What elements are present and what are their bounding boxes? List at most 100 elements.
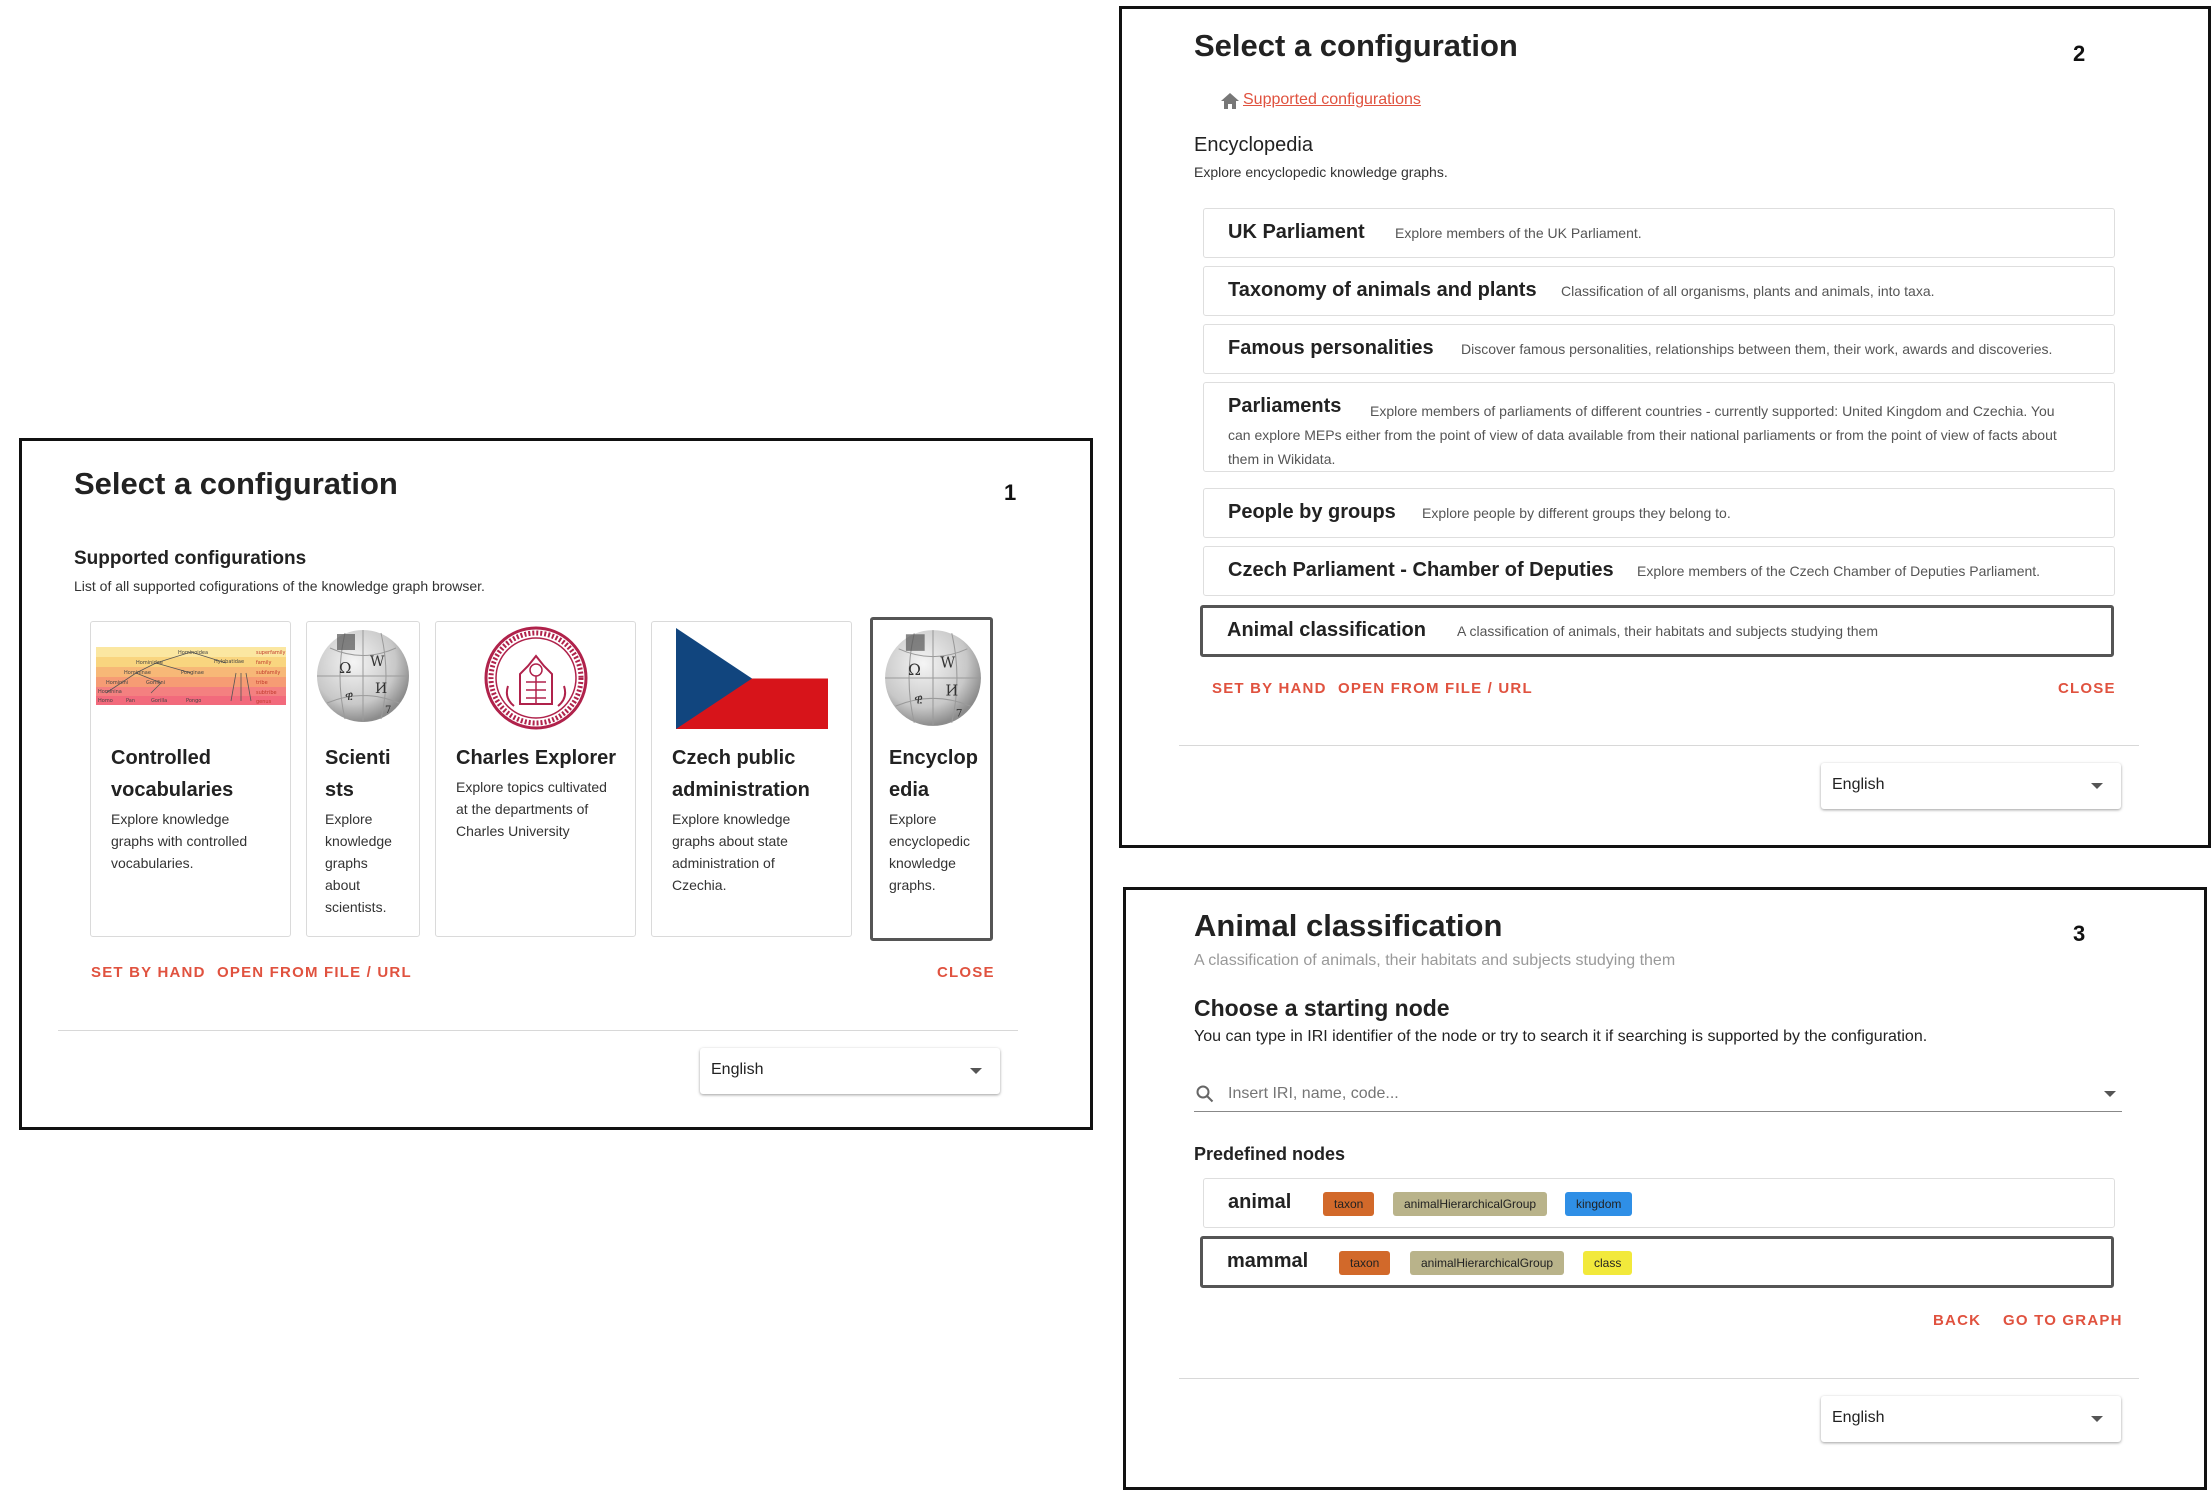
set-by-hand-button[interactable]: SET BY HAND <box>1212 680 1327 697</box>
hierarchy-diagram-image: HominoideaHylobatidae HominidaePonginae … <box>96 647 286 705</box>
charles-university-seal-image <box>484 626 588 730</box>
predefined-nodes-title: Predefined nodes <box>1194 1144 1346 1164</box>
card-description: Explore knowledge graphs with controlled v… <box>111 811 248 871</box>
svg-text:Homininae: Homininae <box>124 670 151 676</box>
card-title: Charles Explorer <box>456 747 617 769</box>
config-item-czech-parliament[interactable]: Czech Parliament - Chamber of Deputies E… <box>1203 546 2115 596</box>
card-description: Explore knowledge graphs about scientists. <box>325 811 392 915</box>
panel-2-divider <box>1179 745 2139 746</box>
config-item-famous-personalities[interactable]: Famous personalities Discover famous per… <box>1203 324 2115 374</box>
panel-1-title: Select a configuration <box>74 466 398 501</box>
svg-text:7: 7 <box>956 708 963 720</box>
back-button[interactable]: BACK <box>1933 1312 1981 1329</box>
breadcrumb-link-supported-configurations[interactable]: Supported configurations <box>1243 91 1421 109</box>
panel-3-section-desc: You can type in IRI identifier of the no… <box>1194 1028 1928 1045</box>
item-description: Explore members of the Czech Chamber of … <box>1637 563 2041 579</box>
svg-text:Pongo: Pongo <box>186 698 201 704</box>
wikipedia-globe-icon: Ω W И ዊ 7 <box>317 630 409 722</box>
svg-text:W: W <box>940 655 955 672</box>
config-item-uk-parliament[interactable]: UK Parliament Explore members of the UK … <box>1203 208 2115 258</box>
config-item-taxonomy[interactable]: Taxonomy of animals and plants Classific… <box>1203 266 2115 316</box>
svg-text:family: family <box>256 660 271 666</box>
svg-text:Ponginae: Ponginae <box>181 670 204 676</box>
panel-1-section-title: Supported configurations <box>74 548 307 569</box>
card-title: Czech public administration <box>672 747 810 801</box>
node-name: mammal <box>1227 1250 1309 1272</box>
svg-text:subfamily: subfamily <box>256 670 280 676</box>
search-input[interactable] <box>1226 1081 2090 1107</box>
item-title: Famous personalities <box>1228 337 1434 359</box>
svg-text:Hominini: Hominini <box>106 680 128 686</box>
close-button[interactable]: CLOSE <box>937 964 995 981</box>
svg-text:Hominidae: Hominidae <box>136 660 163 666</box>
svg-text:Pan: Pan <box>126 698 135 704</box>
panel-2-number: 2 <box>2073 41 2086 66</box>
chevron-down-icon <box>2091 1416 2103 1422</box>
svg-text:Gorilla: Gorilla <box>151 698 167 704</box>
item-description: Explore members of parliaments of differ… <box>1228 403 2057 467</box>
svg-text:superfamily: superfamily <box>256 650 286 656</box>
svg-text:Hylobatidae: Hylobatidae <box>214 659 244 665</box>
go-to-graph-button[interactable]: GO TO GRAPH <box>2003 1312 2123 1329</box>
language-select[interactable]: English <box>1821 1396 2121 1442</box>
node-row-mammal[interactable]: mammal taxon animalHierarchicalGroup cla… <box>1200 1236 2114 1288</box>
node-row-animal[interactable]: animal taxon animalHierarchicalGroup kin… <box>1203 1178 2115 1228</box>
item-description: Explore members of the UK Parliament. <box>1395 225 1642 241</box>
config-card-charles-explorer[interactable]: Charles Explorer Explore topics cultivat… <box>435 621 636 937</box>
config-card-controlled-vocabularies[interactable]: Hominoidea Hylobatidae Hominidae Ponginae … <box>90 621 291 937</box>
card-title: Encyclop edia <box>889 747 978 801</box>
item-title: Taxonomy of animals and plants <box>1228 279 1537 301</box>
card-description: Explore encyclopedic knowledge graphs. <box>889 811 970 893</box>
panel-1-section-desc: List of all supported cofigurations of t… <box>74 578 485 594</box>
svg-text:genus: genus <box>256 699 272 705</box>
config-card-scientists[interactable]: Ω W И ዊ 7 Scienti sts Explore knowledge graphs… <box>306 621 420 937</box>
node-name: animal <box>1228 1191 1292 1213</box>
language-select[interactable]: English <box>1821 763 2121 809</box>
panel-3-section-title: Choose a starting node <box>1194 995 1450 1021</box>
panel-3-title: Animal classification <box>1194 908 1503 943</box>
chip-class: class <box>1583 1251 1633 1275</box>
chevron-down-icon[interactable] <box>2104 1091 2116 1097</box>
config-item-people-by-groups[interactable]: People by groups Explore people by diffe… <box>1203 488 2115 538</box>
config-card-encyclopedia[interactable]: Ω W И ዊ 7 Encyclop edia Explore encyclopedic k… <box>870 617 993 941</box>
item-description: Explore people by different groups they … <box>1422 505 1731 521</box>
chevron-down-icon <box>2091 783 2103 789</box>
card-description: Explore knowledge graphs about state admin… <box>672 811 791 893</box>
item-description: Classification of all organisms, plants … <box>1561 283 1935 299</box>
svg-text:И: И <box>946 683 959 700</box>
language-value: English <box>711 1061 764 1078</box>
card-title: Scienti sts <box>325 747 391 801</box>
chip-taxon: taxon <box>1323 1192 1375 1216</box>
set-by-hand-button[interactable]: SET BY HAND <box>91 964 206 981</box>
language-select[interactable]: English <box>700 1048 1000 1094</box>
panel-2-section-title: Encyclopedia <box>1194 134 1313 156</box>
language-value: English <box>1832 1409 1885 1426</box>
open-from-file-button[interactable]: OPEN FROM FILE / URL <box>1338 680 1533 697</box>
config-item-animal-classification[interactable]: Animal classification A classification o… <box>1200 605 2114 657</box>
item-title: UK Parliament <box>1228 221 1365 243</box>
svg-text:ዊ: ዊ <box>914 691 923 706</box>
home-icon[interactable] <box>1220 92 1240 110</box>
chip-kingdom: kingdom <box>1565 1192 1633 1216</box>
panel-3-divider <box>1179 1378 2139 1379</box>
panel-2-section-desc: Explore encyclopedic knowledge graphs. <box>1194 164 1448 180</box>
node-search-field[interactable] <box>1194 1075 2122 1112</box>
close-button[interactable]: CLOSE <box>2058 680 2116 697</box>
card-description: Explore topics cultivated at the departme… <box>456 779 607 839</box>
config-item-parliaments[interactable]: Parliaments Explore members of parliamen… <box>1203 382 2115 472</box>
language-value: English <box>1832 776 1885 793</box>
panel-2-title: Select a configuration <box>1194 28 1518 63</box>
chevron-down-icon <box>970 1068 982 1074</box>
chip-animal-hierarchical-group: animalHierarchicalGroup <box>1393 1192 1548 1216</box>
czech-flag-image <box>676 628 828 729</box>
svg-text:subtribe: subtribe <box>256 690 277 696</box>
svg-text:W: W <box>370 654 385 670</box>
item-description: Discover famous personalities, relations… <box>1461 341 2053 357</box>
open-from-file-button[interactable]: OPEN FROM FILE / URL <box>217 964 412 981</box>
svg-text:И: И <box>375 681 387 697</box>
chip-taxon: taxon <box>1339 1251 1391 1275</box>
svg-text:Hominina: Hominina <box>98 689 122 695</box>
item-description: A classification of animals, their habit… <box>1457 623 1878 639</box>
svg-text:Ω: Ω <box>339 659 351 677</box>
config-card-czech-public-administration[interactable]: Czech public administration Explore knowl… <box>651 621 852 937</box>
